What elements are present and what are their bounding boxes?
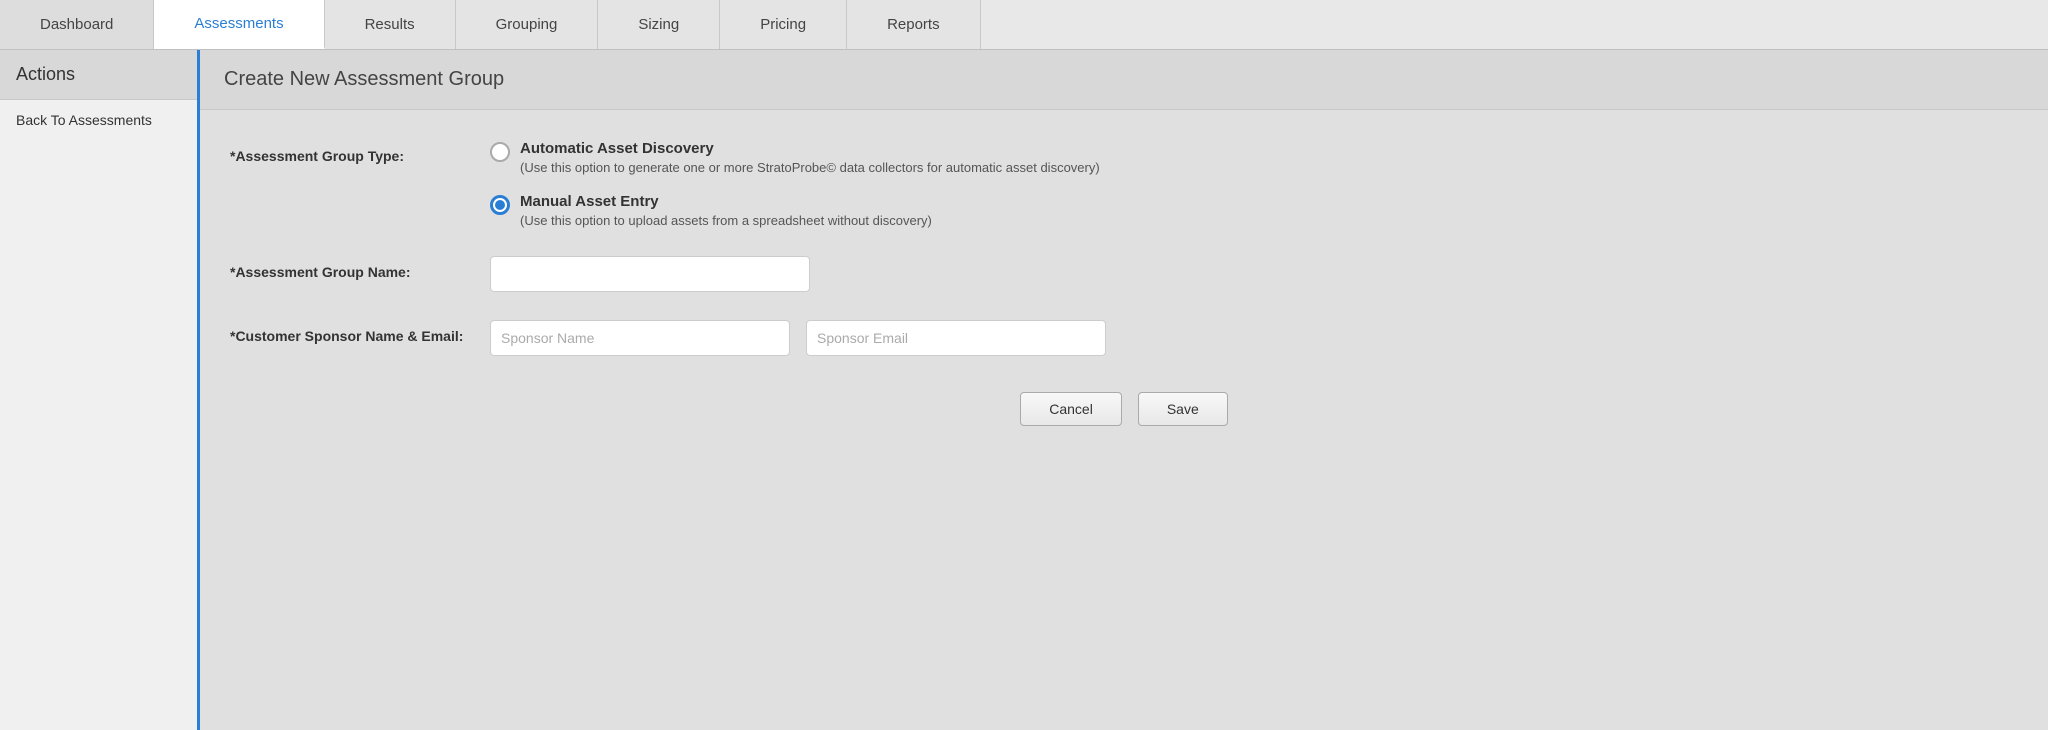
sidebar-actions-header: Actions (0, 50, 197, 100)
radio-manual-wrap[interactable] (490, 195, 510, 215)
radio-option-automatic[interactable]: Automatic Asset Discovery (Use this opti… (490, 140, 2018, 175)
assessment-group-name-input[interactable] (490, 256, 810, 292)
radio-automatic-wrap[interactable] (490, 142, 510, 165)
tab-sizing[interactable]: Sizing (598, 0, 720, 49)
content-area: Create New Assessment Group *Assessment … (200, 50, 2048, 730)
tab-pricing[interactable]: Pricing (720, 0, 847, 49)
radio-automatic-label: Automatic Asset Discovery (520, 140, 1100, 157)
form-row-name: *Assessment Group Name: (230, 256, 2018, 292)
form-area: *Assessment Group Type: Automatic Asset … (200, 110, 2048, 456)
sidebar-item-back-to-assessments[interactable]: Back To Assessments (0, 100, 197, 140)
cancel-button[interactable]: Cancel (1020, 392, 1122, 426)
radio-automatic-sublabel: (Use this option to generate one or more… (520, 160, 1100, 175)
form-label-type: *Assessment Group Type: (230, 140, 490, 164)
tab-assessments[interactable]: Assessments (154, 0, 324, 49)
main-layout: Actions Back To Assessments Create New A… (0, 50, 2048, 730)
tab-grouping[interactable]: Grouping (456, 0, 599, 49)
form-label-sponsor: *Customer Sponsor Name & Email: (230, 320, 490, 344)
radio-manual-labels: Manual Asset Entry (Use this option to u… (520, 193, 932, 228)
form-controls-type: Automatic Asset Discovery (Use this opti… (490, 140, 2018, 228)
sponsor-name-input[interactable] (490, 320, 790, 356)
form-row-type: *Assessment Group Type: Automatic Asset … (230, 140, 2018, 228)
tab-dashboard[interactable]: Dashboard (0, 0, 154, 49)
tab-reports[interactable]: Reports (847, 0, 981, 49)
form-buttons: Cancel Save (230, 392, 2018, 426)
radio-option-manual[interactable]: Manual Asset Entry (Use this option to u… (490, 193, 2018, 228)
form-controls-sponsor (490, 320, 2018, 356)
top-navigation: Dashboard Assessments Results Grouping S… (0, 0, 2048, 50)
sponsor-email-input[interactable] (806, 320, 1106, 356)
sidebar: Actions Back To Assessments (0, 50, 200, 730)
page-header: Create New Assessment Group (200, 50, 2048, 110)
save-button[interactable]: Save (1138, 392, 1228, 426)
radio-automatic-labels: Automatic Asset Discovery (Use this opti… (520, 140, 1100, 175)
form-row-sponsor: *Customer Sponsor Name & Email: (230, 320, 2018, 356)
page-title: Create New Assessment Group (224, 68, 504, 90)
radio-manual-label: Manual Asset Entry (520, 193, 932, 210)
radio-manual[interactable] (490, 195, 510, 215)
radio-manual-sublabel: (Use this option to upload assets from a… (520, 213, 932, 228)
form-label-name: *Assessment Group Name: (230, 256, 490, 280)
radio-automatic[interactable] (490, 142, 510, 162)
tab-results[interactable]: Results (325, 0, 456, 49)
form-controls-name (490, 256, 2018, 292)
